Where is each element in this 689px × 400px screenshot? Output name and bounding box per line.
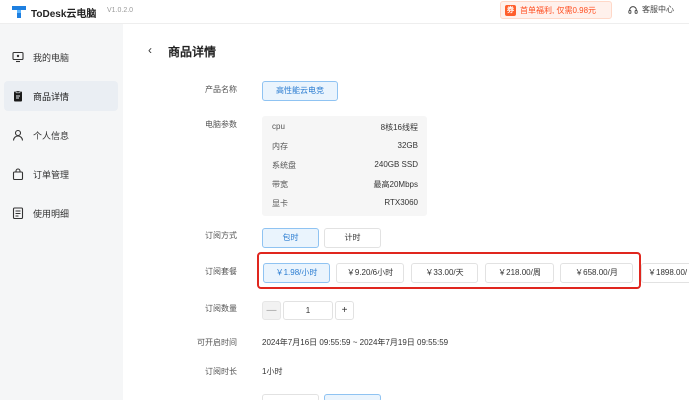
quantity-input[interactable]: 1 (283, 301, 333, 320)
spec-value: 32GB (397, 141, 418, 150)
support-label: 客服中心 (642, 5, 674, 14)
sidebar-item-product-details[interactable]: 商品详情 (4, 81, 118, 111)
app-name: ToDesk云电脑 (31, 9, 97, 20)
spec-key: 显卡 (272, 199, 288, 208)
spec-row: 系统盘 240GB SSD (262, 155, 427, 174)
sidebar-item-label: 订单管理 (33, 169, 70, 180)
support-button[interactable]: 客服中心 (628, 4, 674, 15)
list-icon (11, 207, 24, 220)
todesk-logo-icon (12, 6, 26, 18)
quantity-increment-button[interactable]: + (335, 301, 354, 320)
start-time-value: 2024年7月16日 09:55:59 ~ 2024年7月19日 09:55:5… (262, 338, 449, 347)
plan-option[interactable]: ￥658.00/月 (560, 263, 633, 283)
mode-option-metered[interactable]: 计时 (324, 228, 381, 248)
sidebar-item-label: 使用明细 (33, 208, 70, 219)
headset-icon (628, 5, 638, 14)
sidebar-item-usage-details[interactable]: 使用明细 (4, 198, 118, 228)
plan-option[interactable]: ￥9.20/6小时 (336, 263, 404, 283)
promo-text: 首单福利, 仅需0.98元 (520, 6, 597, 15)
spec-row: cpu 8核16线程 (262, 117, 427, 136)
monitor-icon (11, 51, 24, 64)
spec-value: RTX3060 (384, 198, 418, 207)
bag-icon (11, 168, 24, 181)
sidebar-item-label: 商品详情 (33, 91, 70, 102)
spec-key: cpu (272, 122, 285, 131)
user-icon (11, 129, 24, 142)
next-row-option[interactable] (324, 394, 381, 400)
sidebar-item-my-computer[interactable]: 我的电脑 (4, 42, 118, 72)
spec-key: 带宽 (272, 180, 288, 189)
duration-value: 1小时 (262, 367, 283, 376)
spec-key: 内存 (272, 142, 288, 151)
mode-option-hourly-package[interactable]: 包时 (262, 228, 319, 248)
quantity-decrement-button[interactable]: — (262, 301, 281, 320)
clipboard-icon (11, 90, 24, 103)
sidebar-item-personal-info[interactable]: 个人信息 (4, 120, 118, 150)
plan-label: 订阅套餐 (205, 267, 237, 276)
promo-banner[interactable]: 券 首单福利, 仅需0.98元 (500, 1, 612, 19)
back-icon[interactable]: ‹ (148, 43, 152, 57)
product-name-label: 产品名称 (205, 85, 237, 94)
spec-row: 内存 32GB (262, 136, 427, 155)
specs-table: cpu 8核16线程 内存 32GB 系统盘 240GB SSD 带宽 最高20… (262, 116, 427, 216)
spec-value: 最高20Mbps (373, 180, 418, 189)
specs-label: 电脑参数 (205, 120, 237, 129)
main-content: ‹ 商品详情 产品名称 高性能云电竞 电脑参数 cpu 8核16线程 内存 32… (123, 24, 689, 400)
spec-row: 带宽 最高20Mbps (262, 174, 427, 193)
sidebar-item-label: 个人信息 (33, 130, 70, 141)
title-bar: ToDesk云电脑 V1.0.2.0 券 首单福利, 仅需0.98元 客服中心 (0, 0, 689, 24)
subscribe-mode-label: 订阅方式 (205, 231, 237, 240)
spec-key: 系统盘 (272, 161, 296, 170)
app-version: V1.0.2.0 (107, 7, 134, 14)
plan-option[interactable]: ￥1.98/小时 (263, 263, 330, 283)
spec-value: 240GB SSD (374, 160, 418, 169)
sidebar: 我的电脑 商品详情 个人信息 订单管理 使用明细 (0, 24, 123, 400)
plan-option[interactable]: ￥1898.00/ (641, 263, 689, 283)
start-time-label: 可开启时间 (197, 338, 237, 347)
sidebar-item-label: 我的电脑 (33, 52, 70, 63)
spec-value: 8核16线程 (380, 123, 418, 132)
plan-option[interactable]: ￥218.00/周 (485, 263, 554, 283)
page-title: 商品详情 (168, 45, 217, 59)
duration-label: 订阅时长 (205, 367, 237, 376)
plan-option[interactable]: ￥33.00/天 (411, 263, 478, 283)
next-row-option[interactable] (262, 394, 319, 400)
spec-row: 显卡 RTX3060 (262, 193, 427, 212)
sidebar-item-order-management[interactable]: 订单管理 (4, 159, 118, 189)
quantity-label: 订阅数量 (205, 304, 237, 313)
product-name-chip[interactable]: 高性能云电竞 (262, 81, 338, 101)
coupon-icon: 券 (505, 5, 516, 16)
